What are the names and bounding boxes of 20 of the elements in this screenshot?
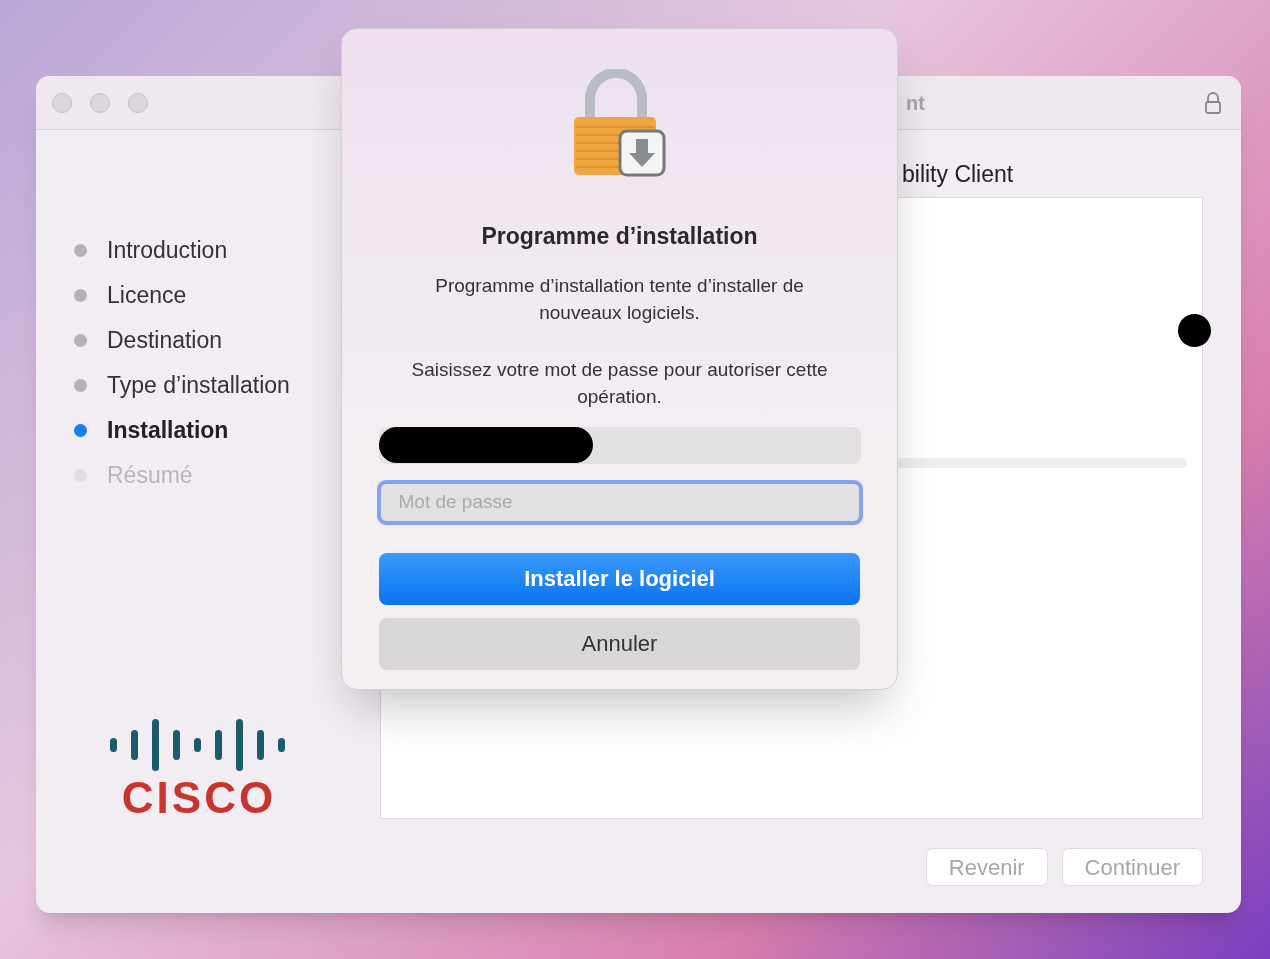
dialog-message: Programme d’installation tente d’installer de nouveaux logiciels. [434,273,805,325]
dialog-button[interactable]: Installer le logiciel [379,552,860,605]
username-field[interactable] [378,426,861,464]
dialog-button[interactable]: Annuler [379,617,860,670]
minimize-control[interactable] [90,92,110,113]
window-title: nt [906,90,925,116]
lock-icon [1205,91,1221,114]
dialog-prompt: Saisissez votre mot de passe pour autoriser cette opération. [410,357,829,409]
step-label: Introduction [107,236,228,266]
step-label: Destination [107,326,223,356]
logo-wordmark: CISCO [121,774,277,822]
step-label: Type d’installation [107,371,290,401]
page-heading: bility Client [901,160,1015,189]
password-field[interactable]: Mot de passe [376,479,863,525]
step-label: Installation [107,416,229,446]
step-label: Résumé [107,461,193,491]
step-label: Licence [107,281,187,311]
zoom-control[interactable] [128,92,148,113]
dialog-title: Programme d’installation [481,222,758,251]
close-control[interactable] [52,92,72,113]
